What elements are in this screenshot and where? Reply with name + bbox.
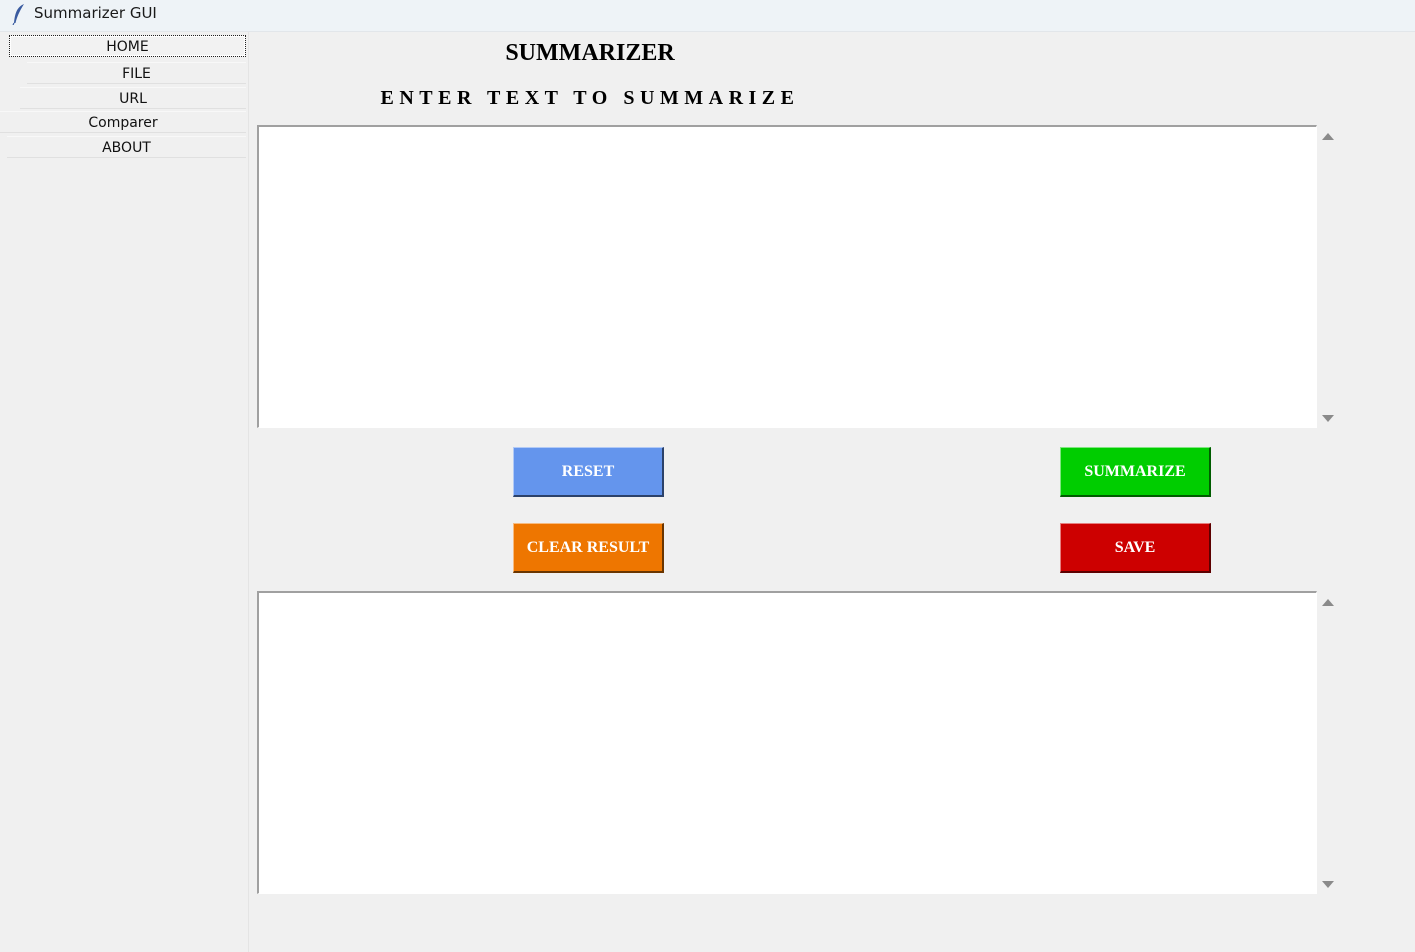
sidebar-item-file[interactable]: FILE (27, 62, 246, 84)
result-scrollbar[interactable] (1317, 591, 1339, 894)
reset-button[interactable]: RESET (513, 447, 664, 497)
summarize-button[interactable]: SUMMARIZE (1060, 447, 1211, 497)
sidebar-item-about[interactable]: ABOUT (7, 136, 246, 158)
sidebar-item-home[interactable]: HOME (9, 35, 246, 57)
scroll-down-icon[interactable] (1322, 881, 1334, 888)
input-textarea[interactable] (257, 125, 1317, 428)
save-button[interactable]: SAVE (1060, 523, 1211, 573)
window-title: Summarizer GUI (34, 4, 157, 22)
clear-result-button[interactable]: CLEAR RESULT (513, 523, 664, 573)
page-title: SUMMARIZER (505, 40, 675, 66)
sidebar: HOME FILE URL Comparer ABOUT (0, 32, 249, 952)
sidebar-item-url[interactable]: URL (20, 87, 246, 109)
title-bar: Summarizer GUI (0, 0, 1415, 32)
result-textarea[interactable] (257, 591, 1317, 894)
page-subtitle: ENTER TEXT TO SUMMARIZE (380, 87, 800, 109)
input-scrollbar[interactable] (1317, 125, 1339, 428)
scroll-up-icon[interactable] (1322, 133, 1334, 140)
sidebar-item-comparer[interactable]: Comparer (0, 111, 246, 133)
scroll-down-icon[interactable] (1322, 415, 1334, 422)
scroll-up-icon[interactable] (1322, 599, 1334, 606)
feather-icon (12, 4, 24, 25)
